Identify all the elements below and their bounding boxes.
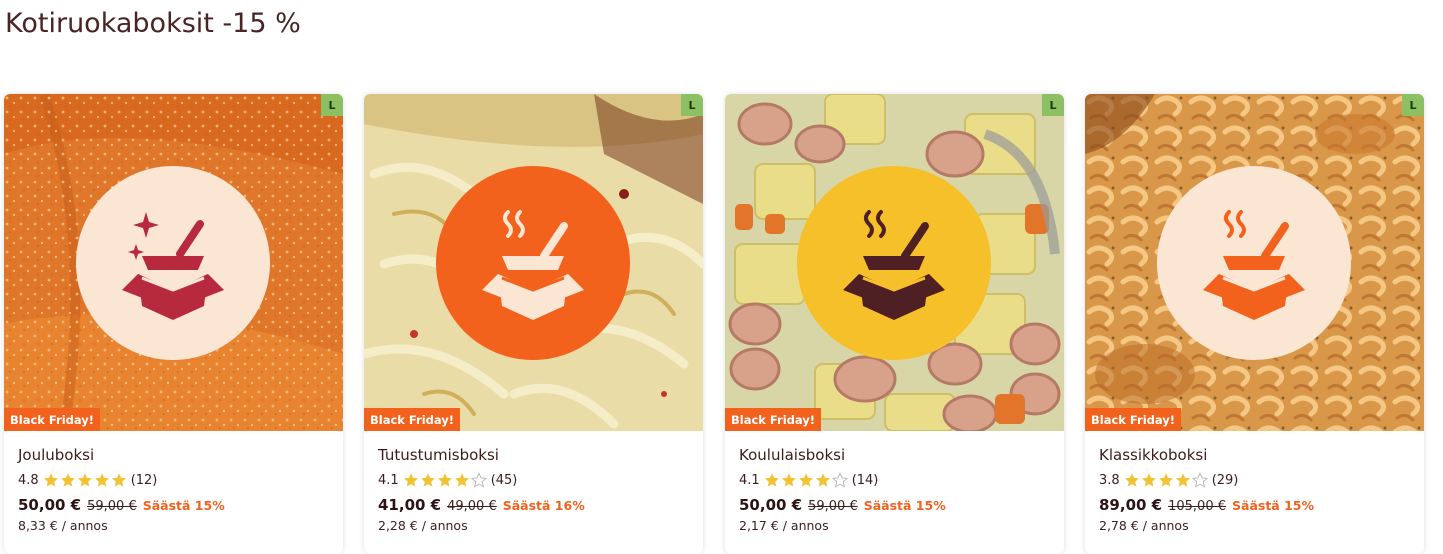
product-logo (436, 166, 630, 360)
rating: 4.8 (12) (18, 470, 333, 490)
product-info: Klassikkoboksi 3.8 (29) 89,00 € 105,00 €… (1099, 444, 1414, 533)
product-card-tutustumisboksi[interactable]: L Black Friday! Tutustumisboksi 4.1 (45)… (364, 94, 703, 554)
product-name[interactable]: Jouluboksi (18, 444, 333, 466)
star-rating (43, 472, 128, 488)
diet-badge: L (1402, 94, 1424, 116)
savings-label: Säästä 16% (502, 498, 585, 513)
product-name[interactable]: Koululaisboksi (739, 444, 1054, 466)
diet-badge: L (321, 94, 343, 116)
product-image[interactable]: L Black Friday! (1085, 94, 1424, 431)
food-box-steam-icon (843, 210, 945, 320)
star-empty-icon (831, 472, 848, 488)
price: 89,00 € (1099, 496, 1163, 514)
star-filled-icon (1124, 473, 1139, 487)
rating-value: 3.8 (1099, 472, 1120, 488)
star-filled-icon (420, 473, 435, 487)
product-card-koululaisboksi[interactable]: L Black Friday! Koululaisboksi 4.1 (14) … (725, 94, 1064, 554)
product-info: Jouluboksi 4.8 (12) 50,00 € 59,00 € Sääs… (18, 444, 333, 533)
star-filled-icon (437, 473, 452, 487)
review-count[interactable]: (29) (1212, 473, 1239, 488)
promo-badge: Black Friday! (1085, 408, 1182, 431)
page-title: Kotiruokaboksit -15 % (5, 8, 301, 39)
product-image[interactable]: L Black Friday! (4, 94, 343, 431)
star-filled-icon (454, 473, 469, 487)
star-filled-icon (1158, 473, 1173, 487)
old-price: 59,00 € (87, 499, 137, 514)
product-card-jouluboksi[interactable]: L Black Friday! Jouluboksi 4.8 (12) 50,0… (4, 94, 343, 554)
star-filled-icon (1175, 473, 1190, 487)
product-info: Tutustumisboksi 4.1 (45) 41,00 € 49,00 €… (378, 444, 693, 533)
product-logo (1157, 166, 1351, 360)
old-price: 59,00 € (808, 499, 858, 514)
review-count[interactable]: (14) (852, 473, 879, 488)
star-filled-icon (403, 473, 418, 487)
price-row: 50,00 € 59,00 € Säästä 15% (739, 496, 1054, 516)
old-price: 49,00 € (447, 499, 497, 514)
product-image[interactable]: L Black Friday! (364, 94, 703, 431)
price: 50,00 € (739, 496, 803, 514)
price: 50,00 € (18, 496, 82, 514)
rating: 4.1 (14) (739, 470, 1054, 490)
food-box-steam-icon (1203, 210, 1305, 320)
star-filled-icon (60, 473, 75, 487)
rating-value: 4.8 (18, 472, 39, 488)
savings-label: Säästä 15% (142, 498, 225, 513)
promo-badge: Black Friday! (4, 408, 101, 431)
gift-box-sparkle-icon (122, 212, 224, 320)
product-info: Koululaisboksi 4.1 (14) 50,00 € 59,00 € … (739, 444, 1054, 533)
star-empty-icon (470, 472, 487, 488)
diet-badge: L (681, 94, 703, 116)
product-logo (76, 166, 270, 360)
product-card-klassikkoboksi[interactable]: L Black Friday! Klassikkoboksi 3.8 (29) … (1085, 94, 1424, 554)
savings-label: Säästä 15% (863, 498, 946, 513)
star-rating (1124, 472, 1209, 488)
promo-badge: Black Friday! (364, 408, 461, 431)
star-filled-icon (815, 473, 830, 487)
star-filled-icon (798, 473, 813, 487)
diet-badge: L (1042, 94, 1064, 116)
product-list: L Black Friday! Jouluboksi 4.8 (12) 50,0… (4, 94, 1424, 554)
star-empty-icon (1191, 472, 1208, 488)
product-image[interactable]: L Black Friday! (725, 94, 1064, 431)
rating-value: 4.1 (739, 472, 760, 488)
price: 41,00 € (378, 496, 442, 514)
review-count[interactable]: (12) (131, 473, 158, 488)
star-filled-icon (111, 473, 126, 487)
product-logo (797, 166, 991, 360)
review-count[interactable]: (45) (491, 473, 518, 488)
star-rating (403, 472, 488, 488)
price-row: 50,00 € 59,00 € Säästä 15% (18, 496, 333, 516)
rating: 3.8 (29) (1099, 470, 1414, 490)
star-rating (764, 472, 849, 488)
star-filled-icon (781, 473, 796, 487)
star-filled-icon (764, 473, 779, 487)
rating-value: 4.1 (378, 472, 399, 488)
price-row: 89,00 € 105,00 € Säästä 15% (1099, 496, 1414, 516)
product-name[interactable]: Klassikkoboksi (1099, 444, 1414, 466)
star-filled-icon (94, 473, 109, 487)
star-filled-icon (77, 473, 92, 487)
rating: 4.1 (45) (378, 470, 693, 490)
promo-badge: Black Friday! (725, 408, 822, 431)
product-name[interactable]: Tutustumisboksi (378, 444, 693, 466)
price-row: 41,00 € 49,00 € Säästä 16% (378, 496, 693, 516)
savings-label: Säästä 15% (1232, 498, 1314, 513)
star-filled-icon (43, 473, 58, 487)
old-price: 105,00 € (1168, 499, 1226, 514)
food-box-steam-icon (482, 210, 584, 320)
star-filled-icon (1141, 473, 1156, 487)
